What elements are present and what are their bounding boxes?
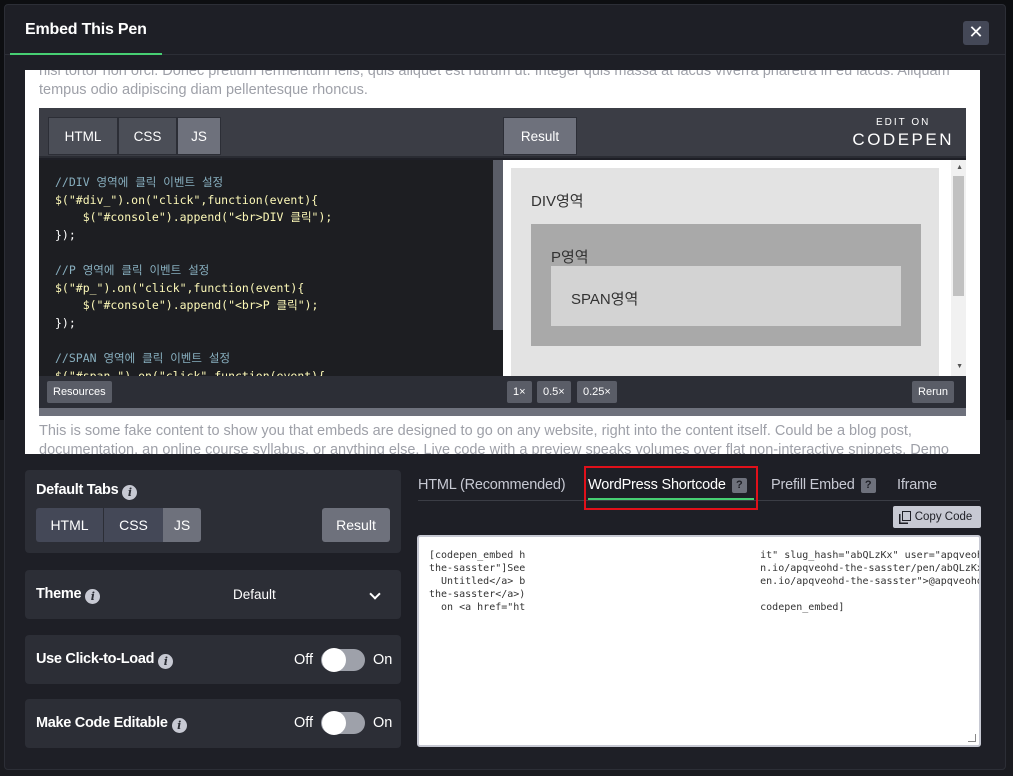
code-line: //DIV 영역에 클릭 이벤트 설정	[55, 175, 224, 189]
result-span-area[interactable]: SPAN영역	[551, 266, 901, 326]
fake-content-bottom: This is some fake content to show you th…	[39, 423, 949, 454]
chevron-down-icon[interactable]	[369, 588, 381, 600]
theme-select-value[interactable]: Default	[233, 587, 276, 602]
theme-panel[interactable]: Theme i Default	[25, 570, 401, 619]
pen-tab-bar: HTML CSS JS Result EDIT ON CODEPEN	[39, 108, 966, 158]
edit-on-codepen-link[interactable]: EDIT ON CODEPEN	[852, 117, 954, 150]
embed-code-line: [codepen_embed h it" slug_hash="abQLzKx"…	[429, 550, 981, 561]
modal-header: Embed This Pen ✕	[5, 5, 1005, 55]
editable-title: Make Code Editable i	[36, 715, 187, 733]
default-tab-html[interactable]: HTML	[36, 508, 103, 542]
zoom-1x-button[interactable]: 1×	[507, 381, 532, 403]
click-to-load-toggle[interactable]	[321, 648, 365, 672]
click-to-load-panel: Use Click-to-Load i Off On	[25, 635, 401, 684]
result-scrollbar[interactable]: ▲ ▼	[951, 160, 966, 376]
resources-button[interactable]: Resources	[47, 381, 112, 403]
click-to-load-on-label: On	[373, 652, 393, 668]
info-icon[interactable]: i	[158, 654, 174, 669]
highlight-annotation	[584, 466, 758, 510]
copy-icon	[901, 511, 911, 521]
pen-footer: Resources 1× 0.5× 0.25× Rerun	[39, 376, 966, 408]
result-scroll-thumb[interactable]	[953, 176, 964, 296]
fake-content-top: nisi tortor non orci. Donec pretium ferm…	[39, 70, 950, 98]
editable-panel: Make Code Editable i Off On	[25, 699, 401, 748]
info-icon[interactable]: i	[171, 718, 187, 733]
zoom-025x-button[interactable]: 0.25×	[577, 381, 617, 403]
default-tabs-title: Default Tabs i	[36, 482, 138, 500]
resize-grip-icon[interactable]	[968, 734, 976, 742]
edit-on-label: EDIT ON	[876, 117, 931, 128]
scroll-up-arrow-icon[interactable]: ▲	[956, 164, 963, 171]
pen-tab-css[interactable]: CSS	[118, 117, 177, 155]
embed-preview: nisi tortor non orci. Donec pretium ferm…	[25, 70, 980, 454]
default-tabs-panel: Default Tabs i HTML CSS JS Result	[25, 470, 401, 553]
code-line: $("#console").append("<br>P 클릭");	[55, 298, 319, 313]
code-line: //SPAN 영역에 클릭 이벤트 설정	[55, 350, 231, 365]
tab-prefill-embed[interactable]: Prefill Embed?	[771, 473, 876, 497]
tab-iframe[interactable]: Iframe	[897, 473, 937, 497]
editable-toggle[interactable]	[321, 711, 365, 735]
embed-code-line: on <a href="ht codepen_embed]	[429, 602, 845, 613]
pen-embed: HTML CSS JS Result EDIT ON CODEPEN //DIV…	[39, 108, 966, 416]
code-line: $("#console").append("<br>DIV 클릭");	[55, 210, 333, 225]
code-pane-scrollbar[interactable]	[493, 160, 503, 330]
default-tab-js[interactable]: JS	[163, 508, 201, 542]
pen-tab-html[interactable]: HTML	[48, 117, 118, 155]
embed-code-textarea[interactable]: [codepen_embed h it" slug_hash="abQLzKx"…	[417, 535, 981, 747]
code-line: $("#div_").on("click",function(event){	[55, 192, 319, 207]
code-line: //P 영역에 클릭 이벤트 설정	[55, 262, 210, 277]
scroll-down-arrow-icon[interactable]: ▼	[956, 363, 963, 370]
code-line: $("#span_").on("click",function(event){	[55, 368, 326, 376]
result-p-area[interactable]: P영역 SPAN영역	[531, 224, 921, 346]
zoom-05x-button[interactable]: 0.5×	[537, 381, 571, 403]
editable-off-label: Off	[294, 715, 314, 731]
theme-title: Theme i	[36, 586, 101, 604]
info-icon[interactable]: i	[122, 485, 138, 500]
code-line: });	[55, 227, 76, 242]
tab-html-recommended[interactable]: HTML (Recommended)	[418, 473, 566, 497]
info-icon[interactable]: i	[85, 589, 101, 604]
result-pane: DIV영역 P영역 SPAN영역 ▲ ▼	[503, 160, 966, 376]
modal-title: Embed This Pen	[10, 5, 162, 55]
default-tab-css[interactable]: CSS	[103, 508, 163, 542]
embed-code-line: the-sasster</a>)	[429, 589, 526, 600]
help-icon[interactable]: ?	[860, 478, 876, 493]
div-area-label: DIV영역	[531, 193, 584, 210]
copy-code-button[interactable]: Copy Code	[893, 506, 981, 528]
embed-code-line: the-sasster"]See n.io/apqveohd-the-sasst…	[429, 563, 981, 574]
default-tab-result[interactable]: Result	[322, 508, 390, 542]
pen-tab-result[interactable]: Result	[503, 117, 577, 155]
pen-tab-js[interactable]: JS	[177, 117, 221, 155]
click-to-load-off-label: Off	[294, 652, 314, 668]
toggle-knob	[322, 711, 346, 735]
close-button[interactable]: ✕	[963, 21, 989, 45]
result-div-area[interactable]: DIV영역 P영역 SPAN영역	[511, 168, 939, 376]
span-area-label: SPAN영역	[571, 291, 639, 308]
editable-on-label: On	[373, 715, 393, 731]
p-area-label: P영역	[551, 249, 589, 266]
pen-bottom-strip	[39, 408, 966, 416]
codepen-logo: CODEPEN	[852, 130, 954, 149]
code-line: $("#p_").on("click",function(event){	[55, 280, 305, 295]
rerun-button[interactable]: Rerun	[912, 381, 954, 403]
embed-code-line: Untitled</a> b en.io/apqveohd-the-sasste…	[429, 576, 981, 587]
toggle-knob	[322, 648, 346, 672]
code-line: });	[55, 315, 76, 330]
js-code-pane[interactable]: //DIV 영역에 클릭 이벤트 설정 $("#div_").on("click…	[39, 160, 503, 376]
click-to-load-title: Use Click-to-Load i	[36, 651, 174, 669]
